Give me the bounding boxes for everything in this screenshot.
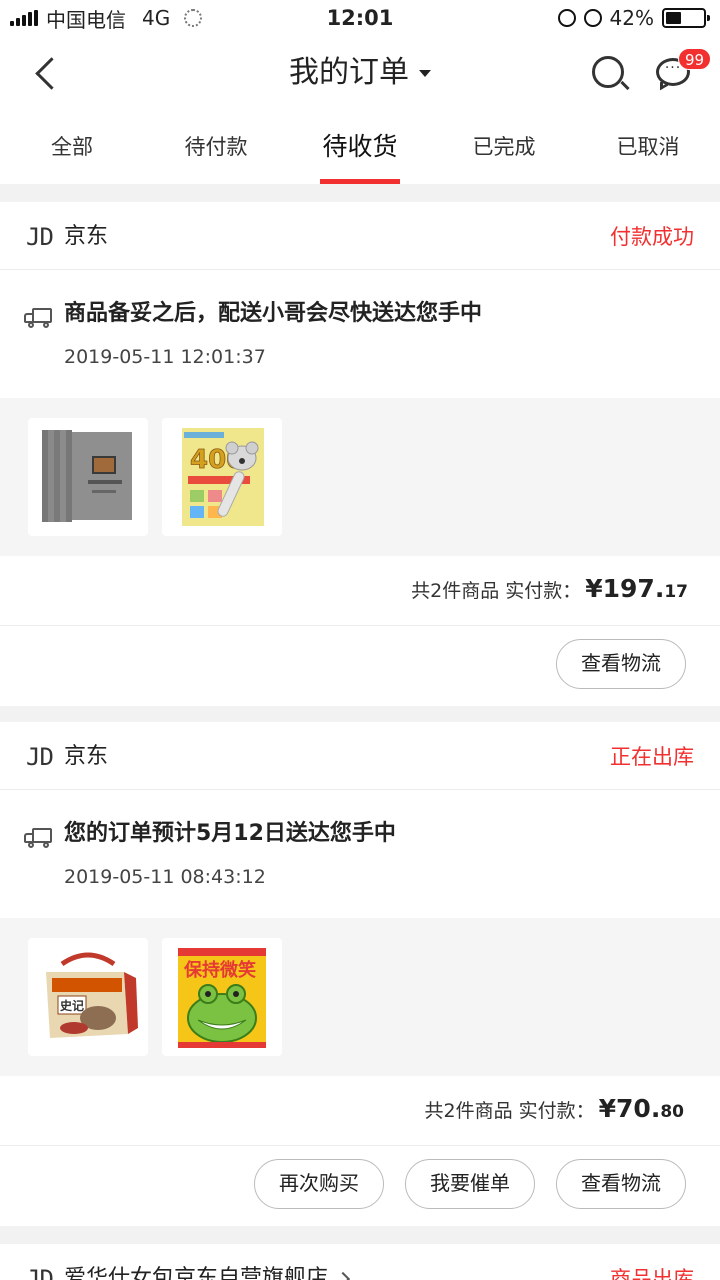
product-thumbnail-gift-box[interactable]: 史记	[28, 938, 148, 1056]
tracking-message: 商品备妥之后，配送小哥会尽快送达您手中	[64, 301, 483, 326]
jd-logo: JD	[26, 1265, 54, 1280]
order-card[interactable]: JD 爱华仕女包京东自营旗舰店 商品出库	[0, 1244, 720, 1280]
chevron-right-icon	[335, 1271, 351, 1280]
search-icon[interactable]	[590, 54, 630, 94]
order-header: JD 京东 付款成功	[0, 202, 720, 270]
order-tabs: 全部 待付款 待收货 已完成 已取消	[0, 110, 720, 184]
tab-completed[interactable]: 已完成	[432, 110, 576, 184]
battery-level	[666, 12, 682, 24]
message-badge: 99	[678, 48, 712, 70]
order-card[interactable]: JD 京东 付款成功 商品备妥之后，配送小哥会尽快送达您手中 2019-05-1…	[0, 202, 720, 706]
order-card[interactable]: JD 京东 正在出库 您的订单预计5月12日送达您手中 2019-05-11 0…	[0, 722, 720, 1226]
item-count: 共2件商品	[411, 580, 500, 602]
product-thumbnail-picture-book[interactable]: 400	[162, 418, 282, 536]
view-logistics-button[interactable]: 查看物流	[556, 1159, 686, 1209]
tab-pending-payment[interactable]: 待付款	[144, 110, 288, 184]
rotation-lock-icon	[557, 9, 576, 27]
svg-text:史记: 史记	[60, 998, 84, 1013]
status-bar: 中国电信 4G 12:01 42%	[0, 0, 720, 36]
paid-amount: ¥70.80	[598, 1094, 684, 1123]
order-header: JD 京东 正在出库	[0, 722, 720, 790]
store-name-text: 爱华仕女包京东自营旗舰店	[64, 1266, 329, 1280]
nav-bar: 我的订单 ···	[0, 36, 720, 110]
paid-label: 实付款：	[505, 580, 582, 602]
order-actions: 再次购买 我要催单 查看物流	[0, 1146, 720, 1226]
product-thumbnail-book-set[interactable]	[28, 418, 148, 536]
tab-pending-receipt[interactable]: 待收货	[288, 110, 432, 184]
tracking-info[interactable]: 您的订单预计5月12日送达您手中 2019-05-11 08:43:12	[0, 790, 720, 918]
tracking-info[interactable]: 商品备妥之后，配送小哥会尽快送达您手中 2019-05-11 12:01:37	[0, 270, 720, 398]
order-status: 付款成功	[610, 225, 694, 249]
tracking-message: 您的订单预计5月12日送达您手中	[64, 821, 396, 846]
buy-again-button[interactable]: 再次购买	[254, 1159, 384, 1209]
store-name[interactable]: 京东	[64, 222, 108, 252]
order-total: 共2件商品 实付款： ¥197.17	[0, 556, 720, 626]
truck-icon	[24, 826, 52, 848]
product-thumbnail-keep-smiling-book[interactable]: 保持微笑	[162, 938, 282, 1056]
view-logistics-button[interactable]: 查看物流	[556, 639, 686, 689]
status-right: 42%	[557, 4, 710, 32]
order-total: 共2件商品 实付款： ¥70.80	[0, 1076, 720, 1146]
alarm-icon	[583, 9, 602, 27]
page-title-text: 我的订单	[289, 55, 409, 90]
order-status: 商品出库	[610, 1267, 694, 1280]
goods-strip[interactable]: 400	[0, 398, 720, 556]
store-name[interactable]: 爱华仕女包京东自营旗舰店	[64, 1264, 351, 1280]
item-count: 共2件商品	[424, 1100, 513, 1122]
truck-icon	[24, 306, 52, 328]
caret-down-icon	[419, 70, 431, 77]
tracking-time: 2019-05-11 08:43:12	[64, 866, 266, 888]
battery-percent: 42%	[609, 6, 654, 30]
tab-cancelled[interactable]: 已取消	[576, 110, 720, 184]
tab-all[interactable]: 全部	[0, 110, 144, 184]
remind-order-button[interactable]: 我要催单	[405, 1159, 535, 1209]
jd-logo: JD	[26, 223, 54, 251]
goods-strip[interactable]: 史记 保持微笑	[0, 918, 720, 1076]
paid-label: 实付款：	[518, 1100, 595, 1122]
svg-text:保持微笑: 保持微笑	[183, 959, 256, 981]
battery-icon	[662, 8, 710, 28]
paid-amount: ¥197.17	[585, 574, 688, 603]
store-name[interactable]: 京东	[64, 742, 108, 772]
order-actions: 查看物流	[0, 626, 720, 706]
jd-logo: JD	[26, 743, 54, 771]
order-status: 正在出库	[610, 745, 694, 769]
tracking-time: 2019-05-11 12:01:37	[64, 346, 266, 368]
